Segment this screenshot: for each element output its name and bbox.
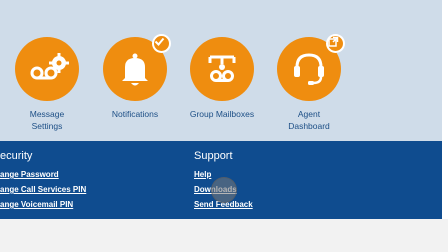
support-heading: Support (194, 150, 233, 162)
notifications-tile[interactable]: Notifications (90, 34, 180, 120)
checkmark-badge (152, 34, 171, 53)
group-mailboxes-label[interactable]: Group Mailboxes (177, 108, 267, 120)
external-link-icon (328, 36, 339, 47)
change-password-link[interactable]: ange Password (0, 170, 59, 179)
external-link-badge (326, 34, 345, 53)
message-settings-circle[interactable] (15, 37, 79, 101)
notifications-circle[interactable] (103, 34, 171, 101)
group-mailbox-icon (208, 55, 236, 82)
click-indicator (211, 177, 237, 203)
agent-dashboard-tile[interactable]: Agent Dashboard (264, 34, 354, 132)
message-settings-label[interactable]: Message Settings (21, 108, 73, 132)
change-voicemail-pin-link[interactable]: ange Voicemail PIN (0, 200, 73, 209)
notifications-label[interactable]: Notifications (90, 108, 180, 120)
agent-dashboard-circle[interactable] (277, 34, 345, 101)
group-mailboxes-tile[interactable]: Group Mailboxes (177, 37, 267, 120)
security-heading: ecurity (0, 150, 33, 162)
agent-dashboard-label[interactable]: Agent Dashboard (285, 108, 333, 132)
change-call-services-pin-link[interactable]: ange Call Services PIN (0, 185, 86, 194)
voicemail-gear-icon (30, 53, 69, 80)
message-settings-tile[interactable]: Message Settings (2, 37, 92, 132)
app-tiles-panel: Message Settings Notifications Group Mai… (0, 0, 442, 141)
checkmark-icon (154, 37, 165, 46)
group-mailboxes-circle[interactable] (190, 37, 254, 101)
help-link[interactable]: Help (194, 170, 211, 179)
right-edge-strip (442, 0, 448, 219)
